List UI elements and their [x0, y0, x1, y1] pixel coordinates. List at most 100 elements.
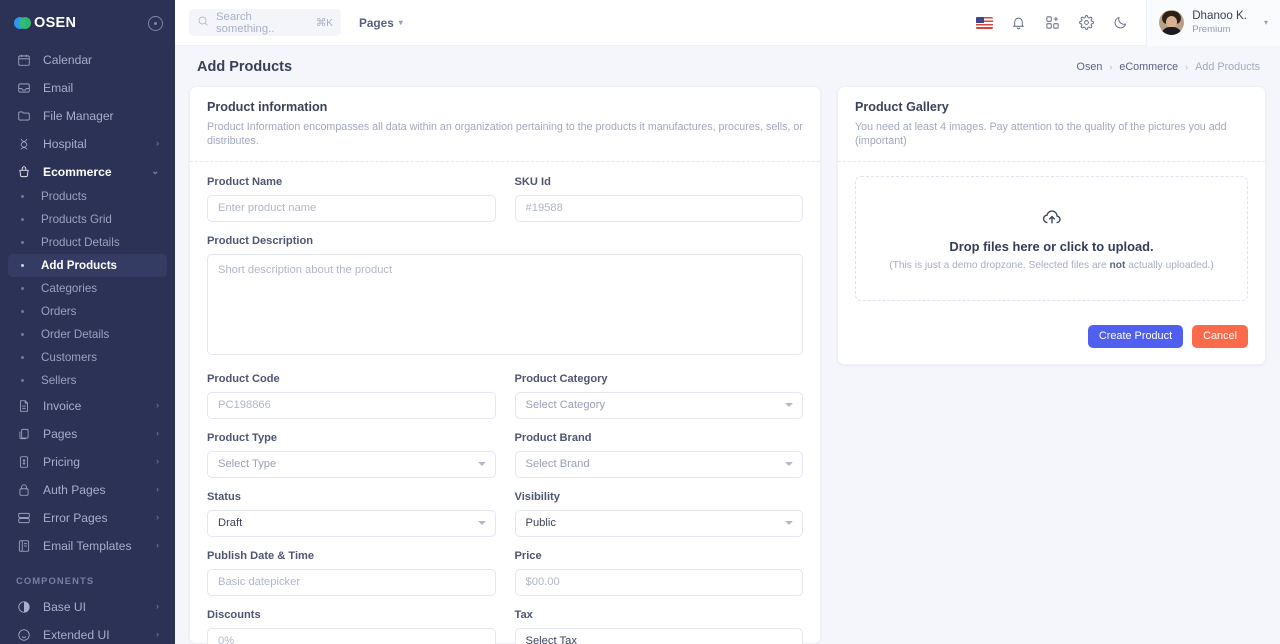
product-category-select[interactable] — [514, 391, 803, 419]
sidebar-item-invoice[interactable]: Invoice › — [8, 392, 167, 419]
sidebar-item-email[interactable]: Email — [8, 74, 167, 101]
publish-date-input[interactable] — [207, 568, 496, 596]
sidebar-subitem-products-grid[interactable]: Products Grid — [8, 208, 167, 231]
field-label: Product Description — [207, 234, 314, 247]
search-icon — [197, 14, 209, 32]
gallery-dropzone[interactable]: Drop files here or click to upload. (Thi… — [855, 175, 1248, 301]
tax-value[interactable] — [514, 627, 803, 644]
tax-select[interactable] — [514, 627, 803, 644]
product-brand-select[interactable] — [514, 450, 803, 478]
sidebar-item-pages[interactable]: Pages › — [8, 420, 167, 447]
cancel-button[interactable]: Cancel — [1192, 324, 1248, 348]
breadcrumb-root[interactable]: Osen — [1077, 61, 1103, 73]
sidebar-item-pricing[interactable]: Pricing › — [8, 448, 167, 475]
sidebar-subitem-label: Products — [41, 190, 87, 203]
product-type-value[interactable] — [207, 450, 496, 478]
bullet-icon — [21, 333, 24, 336]
bullet-icon — [21, 241, 24, 244]
breadcrumb-current: Add Products — [1195, 61, 1260, 73]
pages-dropdown[interactable]: Pages ▾ — [359, 16, 403, 30]
chevron-right-icon: › — [156, 400, 159, 410]
sidebar-brand[interactable]: OSEN — [0, 0, 175, 46]
discounts-input[interactable] — [207, 627, 496, 644]
sidebar-item-base-ui[interactable]: Base UI › — [8, 593, 167, 620]
product-name-input[interactable] — [207, 194, 496, 222]
breadcrumb-separator-icon: › — [1109, 62, 1113, 72]
sidebar-subitem-label: Products Grid — [41, 213, 112, 226]
form-row: Product Type Product Brand — [207, 432, 803, 491]
sidebar-subitem-label: Order Details — [41, 328, 110, 341]
tag-dollar-icon — [16, 454, 32, 470]
sidebar-subitem-label: Sellers — [41, 374, 77, 387]
bullet-icon — [21, 356, 24, 359]
bullet-icon — [21, 218, 24, 221]
sku-id-input[interactable] — [514, 194, 803, 222]
sidebar-subitem-label: Add Products — [41, 259, 118, 272]
sidebar-subitem-label: Customers — [41, 351, 98, 364]
sidebar-item-label: File Manager — [43, 108, 114, 123]
dropzone-sub-bold: not — [1109, 259, 1126, 271]
sidebar-subitem-orders[interactable]: Orders — [8, 300, 167, 323]
smiley-icon — [16, 627, 32, 643]
product-description-textarea[interactable] — [207, 253, 803, 355]
field-label: Visibility — [514, 490, 560, 503]
status-select[interactable] — [207, 509, 496, 537]
field-label: Product Brand — [514, 431, 592, 444]
form-row: Discounts Tax — [207, 609, 803, 644]
product-type-select[interactable] — [207, 450, 496, 478]
price-input[interactable] — [514, 568, 803, 596]
breadcrumb-mid[interactable]: eCommerce — [1119, 61, 1178, 73]
sidebar-subitem-categories[interactable]: Categories — [8, 277, 167, 300]
product-category-value[interactable] — [514, 391, 803, 419]
circle-dot-icon[interactable] — [148, 15, 163, 31]
sidebar-item-extended-ui[interactable]: Extended UI › — [8, 621, 167, 644]
sidebar-item-calendar[interactable]: Calendar — [8, 46, 167, 73]
sidebar-item-hospital[interactable]: Hospital › — [8, 130, 167, 157]
field-product-description: Product Description — [207, 235, 803, 360]
field-price: Price — [514, 550, 803, 596]
field-sku-id: SKU Id — [514, 176, 803, 222]
grid-plus-icon[interactable] — [1044, 14, 1061, 31]
create-product-button[interactable]: Create Product — [1087, 324, 1184, 348]
file-icon — [16, 398, 32, 414]
sidebar-item-auth-pages[interactable]: Auth Pages › — [8, 476, 167, 503]
flag-us-icon[interactable] — [976, 16, 994, 29]
product-code-input[interactable] — [207, 391, 496, 419]
profile-menu[interactable]: Dhanoo K. Premium ▾ — [1146, 0, 1280, 46]
book-icon — [16, 538, 32, 554]
chevron-down-icon: ▾ — [398, 18, 403, 27]
sidebar-subitem-order-details[interactable]: Order Details — [8, 323, 167, 346]
chevron-right-icon: › — [156, 138, 159, 148]
sidebar-subitem-add-products[interactable]: Add Products — [8, 254, 167, 277]
sidebar-subitem-product-details[interactable]: Product Details — [8, 231, 167, 254]
pages-dropdown-label: Pages — [359, 15, 394, 30]
sidebar-subitem-products[interactable]: Products — [8, 185, 167, 208]
field-tax: Tax — [514, 608, 803, 644]
field-product-category: Product Category — [514, 373, 803, 419]
bullet-icon — [21, 379, 24, 382]
sidebar-item-ecommerce[interactable]: Ecommerce ⌄ — [8, 158, 167, 185]
sidebar-subitem-customers[interactable]: Customers — [8, 346, 167, 369]
page-header: Add Products Osen › eCommerce › Add Prod… — [175, 46, 1280, 86]
sidebar-subitem-label: Orders — [41, 305, 77, 318]
visibility-select[interactable] — [514, 509, 803, 537]
sidebar-item-email-templates[interactable]: Email Templates › — [8, 532, 167, 559]
field-label: Tax — [514, 608, 533, 621]
sidebar-item-label: Invoice — [43, 398, 82, 413]
status-value[interactable] — [207, 509, 496, 537]
bell-icon[interactable] — [1010, 14, 1027, 31]
chevron-down-icon: ▾ — [1263, 18, 1268, 27]
sidebar-item-label: Pricing — [43, 454, 80, 469]
search-input[interactable]: Search something.. ⌘K — [189, 9, 341, 36]
field-label: Product Name — [207, 175, 283, 188]
sidebar-item-file-manager[interactable]: File Manager — [8, 102, 167, 129]
field-label: Product Code — [207, 372, 280, 385]
cloud-upload-icon — [1041, 206, 1063, 233]
sidebar-item-error-pages[interactable]: Error Pages › — [8, 504, 167, 531]
gear-icon[interactable] — [1078, 14, 1095, 31]
card-description: Product Information encompasses all data… — [207, 121, 803, 148]
moon-icon[interactable] — [1112, 14, 1129, 31]
product-brand-value[interactable] — [514, 450, 803, 478]
visibility-value[interactable] — [514, 509, 803, 537]
sidebar-subitem-sellers[interactable]: Sellers — [8, 369, 167, 392]
